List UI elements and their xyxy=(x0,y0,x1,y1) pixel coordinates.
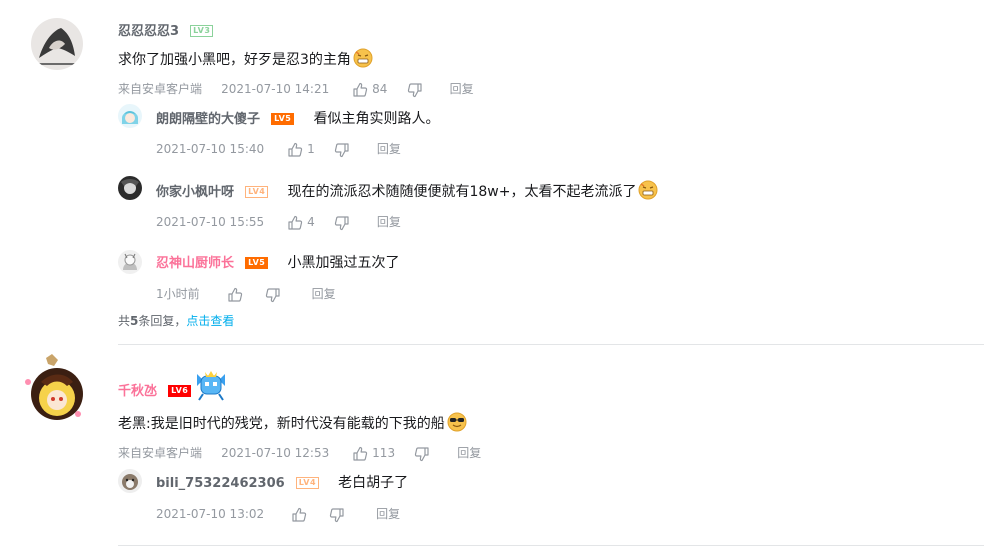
badge-icon[interactable] xyxy=(193,368,229,406)
reply-meta: 2021-07-10 15:40 1 回复 xyxy=(156,138,401,158)
reply-header: 你家小枫叶呀 LV4 现在的流派忍术随随便便就有18w+，太看不起老流派了 xyxy=(156,180,658,204)
dislike-button[interactable] xyxy=(414,446,430,460)
client-source: 来自安卓客户端 xyxy=(118,82,203,96)
level-badge: LV3 xyxy=(190,24,214,37)
sunglasses-emoji xyxy=(447,412,467,436)
reply-button[interactable]: 回复 xyxy=(377,215,401,229)
reply-button[interactable]: 回复 xyxy=(457,446,481,460)
dislike-button[interactable] xyxy=(265,287,281,301)
like-button[interactable]: 4 xyxy=(287,215,315,231)
dislike-button[interactable] xyxy=(334,215,350,229)
like-button[interactable] xyxy=(291,507,311,521)
comment-header: 忍忍忍忍3 LV3 xyxy=(118,20,214,39)
grimace-emoji xyxy=(638,180,658,204)
reply-header: 朗朗隔壁的大傻子 LV5 看似主角实则路人。 xyxy=(156,108,439,128)
reply-text: 现在的流派忍术随随便便就有18w+，太看不起老流派了 xyxy=(287,184,637,200)
timestamp: 2021-07-10 15:55 xyxy=(156,215,265,229)
timestamp: 2021-07-10 14:21 xyxy=(221,82,330,96)
dislike-icon xyxy=(329,507,345,523)
reply-header: 忍神山厨师长 LV5 小黑加强过五次了 xyxy=(156,252,399,272)
divider xyxy=(118,545,984,546)
comment-meta: 来自安卓客户端 2021-07-10 12:53 113 回复 xyxy=(118,442,481,462)
username[interactable]: 千秋氹 xyxy=(118,384,157,399)
level-badge: LV6 xyxy=(168,384,192,397)
comment-meta: 来自安卓客户端 2021-07-10 14:21 84 回复 xyxy=(118,78,474,98)
like-icon xyxy=(291,507,307,523)
like-icon xyxy=(227,287,243,303)
reply-button[interactable]: 回复 xyxy=(377,142,401,156)
like-button[interactable]: 113 xyxy=(352,446,395,460)
reply-button[interactable]: 回复 xyxy=(312,287,336,301)
level-badge: LV4 xyxy=(245,185,269,198)
username[interactable]: 朗朗隔壁的大傻子 xyxy=(156,112,260,127)
dislike-icon xyxy=(334,142,350,158)
like-button[interactable]: 1 xyxy=(287,142,315,158)
dislike-icon xyxy=(414,446,430,462)
like-icon xyxy=(352,446,368,462)
username[interactable]: bili_75322462306 xyxy=(156,476,285,491)
like-icon xyxy=(287,142,303,158)
level-badge: LV5 xyxy=(271,112,295,125)
like-button[interactable] xyxy=(227,287,247,301)
reply-meta: 1小时前 回复 xyxy=(156,283,336,303)
like-icon xyxy=(352,82,368,98)
like-button[interactable]: 84 xyxy=(352,82,387,96)
reply-text: 小黑加强过五次了 xyxy=(287,255,400,271)
dislike-icon xyxy=(407,82,423,98)
reply-header: bili_75322462306 LV4 老白胡子了 xyxy=(156,472,408,492)
avatar[interactable] xyxy=(118,469,142,493)
avatar[interactable] xyxy=(118,250,142,274)
comment-header: 千秋氹 LV6 xyxy=(118,380,192,399)
timestamp: 2021-07-10 13:02 xyxy=(156,507,265,521)
level-badge: LV5 xyxy=(245,256,269,269)
divider xyxy=(118,344,984,345)
client-source: 来自安卓客户端 xyxy=(118,446,203,460)
reply-meta: 2021-07-10 15:55 4 回复 xyxy=(156,211,401,231)
avatar[interactable] xyxy=(31,18,83,70)
avatar[interactable] xyxy=(118,104,142,128)
dislike-button[interactable] xyxy=(329,507,345,521)
username[interactable]: 忍神山厨师长 xyxy=(156,256,234,271)
dislike-icon xyxy=(265,287,281,303)
dislike-button[interactable] xyxy=(407,82,423,96)
username[interactable]: 你家小枫叶呀 xyxy=(156,185,234,200)
reply-button[interactable]: 回复 xyxy=(376,507,400,521)
reply-text: 老白胡子了 xyxy=(338,475,409,491)
avatar[interactable] xyxy=(118,176,142,200)
like-count: 4 xyxy=(307,215,315,229)
dislike-icon xyxy=(334,215,350,231)
reply-meta: 2021-07-10 13:02 回复 xyxy=(156,503,400,523)
comment-text: 求你了加强小黑吧，好歹是忍3的主角 xyxy=(118,48,373,72)
reply-text: 看似主角实则路人。 xyxy=(313,111,440,127)
username[interactable]: 忍忍忍忍3 xyxy=(118,24,179,39)
timestamp: 2021-07-10 12:53 xyxy=(221,446,330,460)
level-badge: LV4 xyxy=(295,476,320,489)
comment-text: 老黑:我是旧时代的残党，新时代没有能载的下我的船 xyxy=(118,412,467,436)
timestamp: 1小时前 xyxy=(156,287,200,301)
reply-button[interactable]: 回复 xyxy=(450,82,474,96)
avatar-pendant xyxy=(18,352,88,436)
view-more-link[interactable]: 点击查看 xyxy=(186,314,234,328)
more-replies: 共5条回复，点击查看 xyxy=(118,314,235,328)
like-icon xyxy=(287,215,303,231)
like-count: 84 xyxy=(372,82,388,96)
timestamp: 2021-07-10 15:40 xyxy=(156,142,265,156)
like-count: 113 xyxy=(372,446,396,460)
dislike-button[interactable] xyxy=(334,142,350,156)
like-count: 1 xyxy=(307,142,315,156)
grimace-emoji xyxy=(353,48,373,72)
